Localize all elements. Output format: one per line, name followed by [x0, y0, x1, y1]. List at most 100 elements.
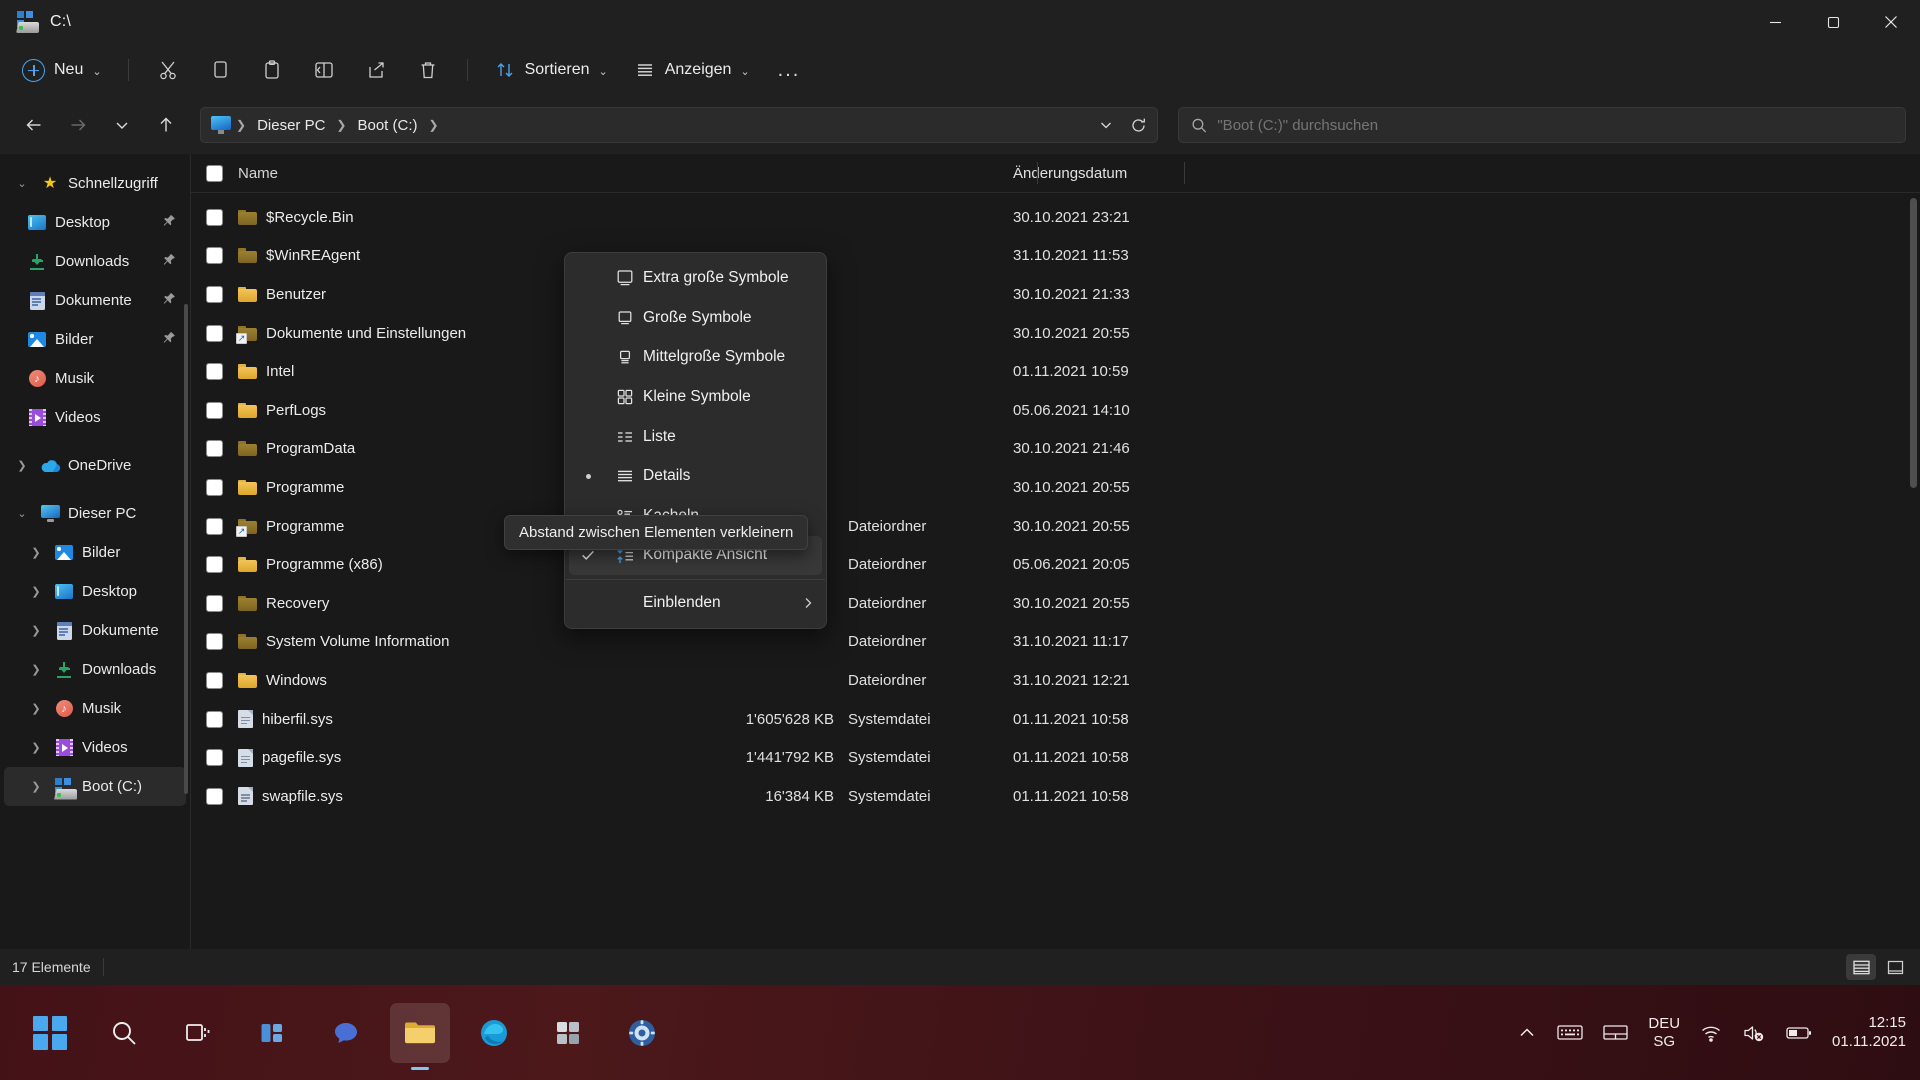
menu-item-details[interactable]: Details — [569, 457, 822, 496]
row-checkbox-cell[interactable] — [190, 324, 238, 342]
store-button[interactable] — [538, 1003, 598, 1063]
scrollbar-thumb[interactable] — [1910, 198, 1917, 488]
row-checkbox-cell[interactable] — [190, 285, 238, 303]
sidebar-item-pc-dokumente[interactable]: ❯ Dokumente — [4, 611, 186, 650]
file-explorer-button[interactable] — [390, 1002, 450, 1070]
chevron-right-icon[interactable]: ❯ — [12, 459, 32, 472]
tray-overflow-button[interactable] — [1517, 1023, 1537, 1043]
row-checkbox-cell[interactable] — [190, 478, 238, 496]
row-checkbox-cell[interactable] — [190, 208, 238, 226]
row-checkbox-cell[interactable] — [190, 671, 238, 689]
row-checkbox-cell[interactable] — [190, 787, 238, 805]
back-button[interactable] — [14, 105, 54, 145]
row-checkbox[interactable] — [205, 710, 223, 728]
row-checkbox[interactable] — [205, 363, 223, 381]
row-checkbox[interactable] — [205, 556, 223, 574]
refresh-button[interactable] — [1123, 110, 1153, 140]
sidebar-item-schnellzugriff[interactable]: ⌄ ★ Schnellzugriff — [4, 164, 186, 203]
chevron-right-icon[interactable]: ❯ — [26, 780, 46, 793]
row-checkbox[interactable] — [205, 787, 223, 805]
row-checkbox-cell[interactable] — [190, 749, 238, 767]
row-checkbox[interactable] — [205, 478, 223, 496]
menu-item-einblenden[interactable]: Einblenden — [569, 584, 822, 623]
edge-button[interactable] — [464, 1003, 524, 1063]
sidebar-item-pc-bilder[interactable]: ❯ Bilder — [4, 533, 186, 572]
table-row[interactable]: swapfile.sys 16'384 KB Systemdatei 01.11.20… — [190, 777, 1920, 816]
row-checkbox[interactable] — [205, 440, 223, 458]
table-row[interactable]: Programme 30.10.2021 20:55 — [190, 468, 1920, 507]
chevron-right-icon[interactable]: ❯ — [26, 546, 46, 559]
select-all-checkbox-cell[interactable] — [190, 164, 238, 182]
widgets-button[interactable] — [242, 1003, 302, 1063]
sidebar-item-desktop[interactable]: Desktop — [4, 203, 186, 242]
table-row[interactable]: Programme (x86) Dateiordner 05.06.2021 20:… — [190, 545, 1920, 584]
table-row[interactable]: hiberfil.sys 1'605'628 KB Systemdatei 01.11… — [190, 700, 1920, 739]
table-row[interactable]: $WinREAgent 31.10.2021 11:53 — [190, 237, 1920, 276]
menu-item-große-symbole[interactable]: Große Symbole — [569, 299, 822, 338]
battery-button[interactable] — [1786, 1026, 1812, 1040]
sidebar-item-boot-c[interactable]: ❯ Boot (C:) — [4, 767, 186, 806]
previous-locations-button[interactable] — [1091, 110, 1121, 140]
up-button[interactable] — [146, 105, 186, 145]
start-button[interactable] — [20, 1003, 80, 1063]
table-row[interactable]: pagefile.sys 1'441'792 KB Systemdatei 01.11… — [190, 738, 1920, 777]
sidebar-item-pc-musik[interactable]: ❯ ♪ Musik — [4, 689, 186, 728]
row-checkbox-cell[interactable] — [190, 594, 238, 612]
sidebar-item-musik[interactable]: ♪ Musik — [4, 359, 186, 398]
touchpad-button[interactable] — [1603, 1023, 1629, 1042]
sidebar-item-onedrive[interactable]: ❯ OneDrive — [4, 446, 186, 485]
large-icons-view-button[interactable] — [1880, 954, 1910, 980]
menu-item-kleine-symbole[interactable]: Kleine Symbole — [569, 378, 822, 417]
sidebar-item-dokumente[interactable]: Dokumente — [4, 281, 186, 320]
table-row[interactable]: System Volume Information Dateiordner 31.1… — [190, 623, 1920, 662]
breadcrumb-item-1[interactable]: Boot (C:) — [351, 113, 423, 138]
table-row[interactable]: Intel 01.11.2021 10:59 — [190, 352, 1920, 391]
address-bar[interactable]: ❯ Dieser PC ❯ Boot (C:) ❯ — [200, 107, 1158, 143]
row-checkbox[interactable] — [205, 633, 223, 651]
sidebar-item-videos[interactable]: Videos — [4, 398, 186, 437]
task-view-button[interactable] — [168, 1003, 228, 1063]
sidebar-item-dieser-pc[interactable]: ⌄ Dieser PC — [4, 494, 186, 533]
select-all-checkbox[interactable] — [205, 164, 223, 182]
cut-button[interactable] — [143, 50, 193, 90]
menu-item-liste[interactable]: Liste — [569, 417, 822, 456]
sidebar-item-pc-downloads[interactable]: ❯ Downloads — [4, 650, 186, 689]
rename-button[interactable] — [299, 50, 349, 90]
table-row[interactable]: PerfLogs 05.06.2021 14:10 — [190, 391, 1920, 430]
row-checkbox-cell[interactable] — [190, 633, 238, 651]
row-checkbox[interactable] — [205, 594, 223, 612]
language-indicator[interactable]: DEU SG — [1648, 1015, 1680, 1050]
column-header-name[interactable]: Name — [238, 165, 658, 182]
row-checkbox-cell[interactable] — [190, 556, 238, 574]
chevron-down-icon[interactable]: ⌄ — [12, 507, 32, 520]
row-checkbox-cell[interactable] — [190, 710, 238, 728]
close-button[interactable] — [1862, 0, 1920, 44]
row-checkbox-cell[interactable] — [190, 440, 238, 458]
sidebar-item-downloads[interactable]: Downloads — [4, 242, 186, 281]
chevron-right-icon[interactable]: ❯ — [26, 663, 46, 676]
more-options-button[interactable]: ... — [764, 50, 815, 90]
view-button[interactable]: Anzeigen ⌄ — [622, 50, 762, 90]
row-checkbox[interactable] — [205, 401, 223, 419]
sidebar-item-bilder[interactable]: Bilder — [4, 320, 186, 359]
row-checkbox-cell[interactable] — [190, 401, 238, 419]
table-row[interactable]: Benutzer 30.10.2021 21:33 — [190, 275, 1920, 314]
row-checkbox[interactable] — [205, 671, 223, 689]
search-button[interactable] — [94, 1003, 154, 1063]
sidebar-scrollbar[interactable] — [184, 304, 188, 794]
file-list-scrollbar[interactable] — [1910, 198, 1917, 943]
chat-button[interactable] — [316, 1003, 376, 1063]
copy-button[interactable] — [195, 50, 245, 90]
recent-locations-button[interactable] — [102, 105, 142, 145]
table-row[interactable]: Windows Dateiordner 31.10.2021 12:21 — [190, 661, 1920, 700]
search-input[interactable] — [1217, 116, 1893, 134]
column-divider[interactable] — [1184, 162, 1185, 184]
row-checkbox-cell[interactable] — [190, 247, 238, 265]
table-row[interactable]: $Recycle.Bin 30.10.2021 23:21 — [190, 198, 1920, 237]
chevron-right-icon[interactable]: ❯ — [26, 585, 46, 598]
delete-button[interactable] — [403, 50, 453, 90]
wifi-button[interactable] — [1700, 1024, 1722, 1042]
menu-item-extra-große-symbole[interactable]: Extra große Symbole — [569, 259, 822, 298]
clock[interactable]: 12:15 01.11.2021 — [1832, 1014, 1906, 1052]
sidebar-item-pc-desktop[interactable]: ❯ Desktop — [4, 572, 186, 611]
